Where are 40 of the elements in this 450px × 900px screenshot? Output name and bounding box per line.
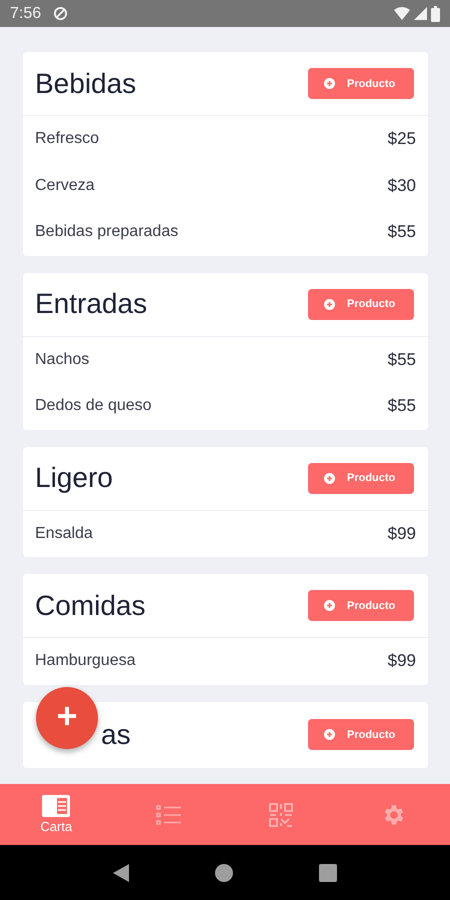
add-product-button[interactable]: Producto (308, 462, 414, 494)
back-icon[interactable] (113, 864, 129, 882)
add-circle-icon (324, 600, 335, 611)
add-circle-icon (324, 298, 335, 310)
qr-code-icon (269, 802, 294, 826)
add-circle-icon (324, 78, 335, 89)
category-title: Entradas (35, 288, 148, 320)
add-circle-icon (324, 472, 335, 484)
product-name: Cerveza (35, 176, 95, 195)
signal-icon (414, 7, 427, 20)
product-price: $55 (388, 222, 416, 242)
category-title: Bebidas (35, 68, 136, 100)
home-icon[interactable] (215, 864, 233, 882)
product-name: Dedos de queso (35, 397, 152, 416)
add-product-button[interactable]: Producto (308, 719, 414, 750)
recents-icon[interactable] (319, 864, 337, 882)
category-title: Ligero (35, 462, 113, 494)
product-price: $30 (388, 176, 416, 196)
wifi-icon (394, 7, 410, 20)
product-name: Bebidas preparadas (35, 223, 178, 242)
battery-icon (431, 6, 440, 22)
list-icon (156, 804, 182, 826)
product-price: $25 (388, 129, 416, 150)
product-price: $55 (388, 350, 416, 370)
product-name: Nachos (35, 350, 90, 369)
product-price: $99 (388, 524, 416, 544)
data-saver-icon (53, 6, 68, 21)
product-name: Hamburguesa (35, 652, 136, 670)
product-name: Refresco (35, 130, 100, 148)
add-product-button[interactable]: Producto (308, 68, 414, 99)
category-title: as (100, 718, 131, 750)
category-title: Comidas (35, 590, 146, 622)
add-product-button[interactable]: Producto (308, 590, 414, 621)
product-name: Ensalda (35, 524, 93, 543)
add-product-button[interactable]: Producto (308, 288, 414, 320)
product-price: $55 (388, 396, 416, 416)
menu-card-icon (42, 795, 70, 817)
product-price: $99 (388, 651, 416, 672)
add-circle-icon (324, 729, 335, 740)
status-time: 7:56 (10, 4, 42, 22)
